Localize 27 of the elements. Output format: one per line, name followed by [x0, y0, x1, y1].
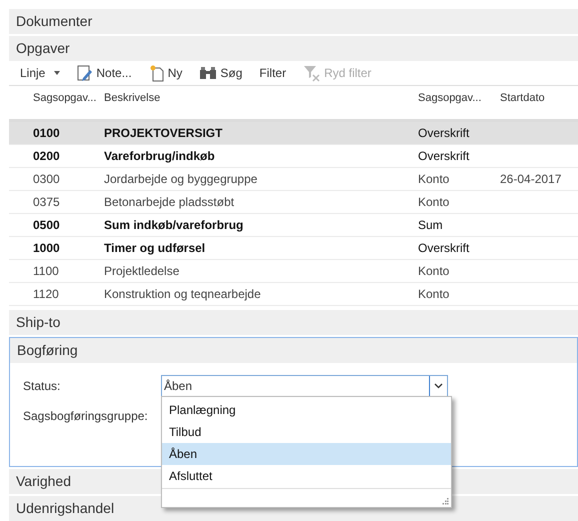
table-cell: 0500 — [33, 218, 60, 232]
field-label: Status: — [23, 378, 62, 395]
table-cell: Sum indkøb/vareforbrug — [104, 218, 244, 232]
table-cell: 0100 — [33, 126, 60, 140]
table-cell: Projektledelse — [104, 264, 180, 278]
table-cell: 0200 — [33, 149, 60, 163]
table-cell: 0375 — [33, 195, 60, 209]
table-cell: Konto — [418, 264, 450, 278]
table-cell: 26-04-2017 — [500, 172, 562, 186]
table-cell: Konto — [418, 287, 450, 301]
table-cell: 1000 — [33, 241, 60, 255]
table-cell: 1100 — [33, 264, 59, 278]
field-label: Sagsbogføringsgruppe: — [23, 408, 149, 425]
table-cell: Overskrift — [418, 241, 470, 255]
table-cell: Sum — [418, 218, 443, 232]
table-cell: 0300 — [33, 172, 60, 186]
table-cell: Betonarbejde pladsstøbt — [104, 195, 234, 209]
table-cell: Konto — [418, 172, 450, 186]
table-cell: Vareforbrug/indkøb — [104, 149, 215, 163]
table-cell: Overskrift — [418, 149, 470, 163]
table-cell: PROJEKTOVERSIGT — [104, 126, 222, 140]
table-cell: Konstruktion og teqnearbejde — [104, 287, 261, 301]
table-cell: Overskrift — [418, 126, 470, 140]
table-cell: Konto — [418, 195, 450, 209]
table-cell: 1120 — [33, 287, 59, 301]
table-cell: Timer og udførsel — [104, 241, 206, 255]
table-cell: Jordarbejde og byggegruppe — [104, 172, 258, 186]
